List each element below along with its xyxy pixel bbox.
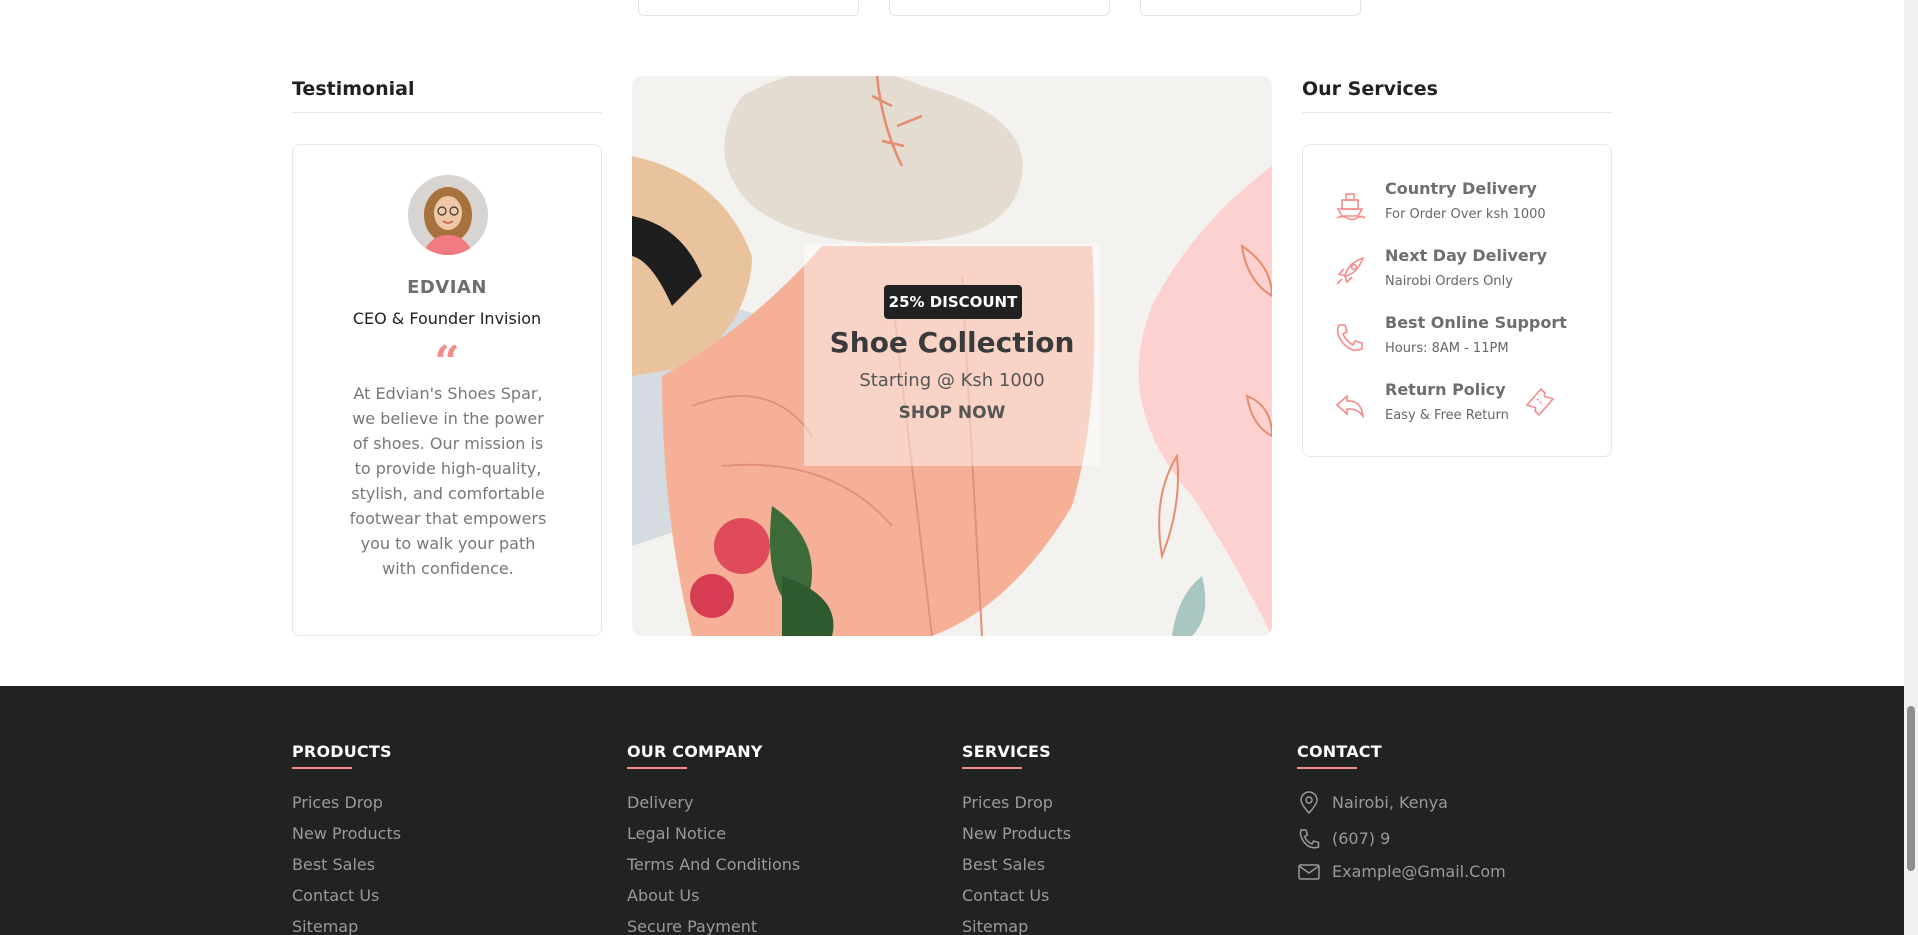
services-heading: Our Services: [1302, 78, 1438, 100]
heading-underline: [962, 767, 1022, 769]
footer-link[interactable]: About Us: [627, 886, 800, 917]
footer-link[interactable]: New Products: [292, 824, 401, 855]
service-title: Return Policy: [1385, 380, 1506, 399]
contact-phone[interactable]: (607) 9: [1297, 827, 1506, 860]
testimonial-divider: [292, 112, 602, 113]
footer-link[interactable]: Legal Notice: [627, 824, 800, 855]
footer-products: PRODUCTS Prices Drop New Products Best S…: [292, 742, 401, 935]
phone-icon: [1299, 829, 1320, 849]
footer-heading: OUR COMPANY: [627, 742, 763, 761]
scrollbar-thumb[interactable]: [1907, 706, 1915, 871]
phone-icon: [1336, 324, 1363, 351]
footer-link[interactable]: Contact Us: [292, 886, 401, 917]
quote-icon: “: [434, 337, 460, 388]
testimonial-heading: Testimonial: [292, 78, 415, 100]
footer-link[interactable]: Best Sales: [962, 855, 1071, 886]
contact-address-text: Nairobi, Kenya: [1332, 793, 1448, 812]
services-divider: [1302, 112, 1612, 113]
footer-link[interactable]: Best Sales: [292, 855, 401, 886]
service-subtitle: Nairobi Orders Only: [1385, 274, 1513, 289]
product-card-stub: [1140, 0, 1361, 16]
footer-link[interactable]: Sitemap: [292, 917, 401, 935]
footer-heading: CONTACT: [1297, 742, 1382, 761]
location-pin-icon: [1300, 791, 1318, 815]
footer-heading: SERVICES: [962, 742, 1051, 761]
ticket-icon: [1525, 387, 1555, 417]
contact-email-text: Example@Gmail.Com: [1332, 862, 1506, 881]
service-item: Next Day Delivery Nairobi Orders Only: [1333, 246, 1583, 302]
footer-services: SERVICES Prices Drop New Products Best S…: [962, 742, 1071, 935]
testimonial-text: At Edvian's Shoes Spar, we believe in th…: [349, 384, 547, 578]
service-title: Best Online Support: [1385, 313, 1567, 332]
contact-email[interactable]: Example@Gmail.Com: [1297, 860, 1506, 893]
footer-link[interactable]: Sitemap: [962, 917, 1071, 935]
service-subtitle: For Order Over ksh 1000: [1385, 207, 1546, 222]
product-card-stub: [638, 0, 859, 16]
service-subtitle: Easy & Free Return: [1385, 408, 1509, 423]
service-title: Next Day Delivery: [1385, 246, 1548, 265]
ship-icon: [1336, 193, 1366, 221]
banner-subtitle: Starting @ Ksh 1000: [859, 370, 1045, 391]
avatar: [408, 175, 488, 255]
footer-heading: PRODUCTS: [292, 742, 392, 761]
footer-link[interactable]: New Products: [962, 824, 1071, 855]
testimonial-card: EDVIAN CEO & Founder Invision “ At Edvia…: [292, 144, 602, 636]
envelope-icon: [1298, 864, 1320, 880]
banner-title: Shoe Collection: [829, 326, 1075, 359]
product-card-stub: [889, 0, 1110, 16]
service-title: Country Delivery: [1385, 179, 1537, 198]
rocket-icon: [1336, 256, 1365, 285]
footer-link[interactable]: Terms And Conditions: [627, 855, 800, 886]
footer-link[interactable]: Delivery: [627, 793, 800, 824]
shop-now-link[interactable]: SHOP NOW: [772, 403, 1132, 423]
footer-link[interactable]: Prices Drop: [292, 793, 401, 824]
discount-badge: 25% DISCOUNT: [884, 285, 1022, 319]
footer-contact: CONTACT Nairobi, Kenya (607) 9 Example@G…: [1297, 742, 1506, 893]
footer-company: OUR COMPANY Delivery Legal Notice Terms …: [627, 742, 800, 935]
heading-underline: [1297, 767, 1357, 769]
service-item: Country Delivery For Order Over ksh 1000: [1333, 179, 1583, 235]
testimonial-role: CEO & Founder Invision: [352, 309, 542, 328]
footer-link[interactable]: Prices Drop: [962, 793, 1071, 824]
contact-address: Nairobi, Kenya: [1297, 791, 1506, 824]
testimonial-name: EDVIAN: [407, 277, 487, 298]
heading-underline: [292, 767, 352, 769]
service-subtitle: Hours: 8AM - 11PM: [1385, 341, 1509, 356]
footer-link[interactable]: Contact Us: [962, 886, 1071, 917]
service-item: Best Online Support Hours: 8AM - 11PM: [1333, 313, 1583, 369]
page-scrollbar[interactable]: [1904, 0, 1918, 935]
footer-link[interactable]: Secure Payment: [627, 917, 800, 935]
contact-phone-text: (607) 9: [1332, 829, 1391, 848]
services-card: Country Delivery For Order Over ksh 1000…: [1302, 144, 1612, 457]
footer: PRODUCTS Prices Drop New Products Best S…: [0, 686, 1904, 935]
return-arrow-icon: [1335, 394, 1365, 419]
heading-underline: [627, 767, 687, 769]
promo-banner[interactable]: 25% DISCOUNT Shoe Collection Starting @ …: [632, 76, 1272, 636]
